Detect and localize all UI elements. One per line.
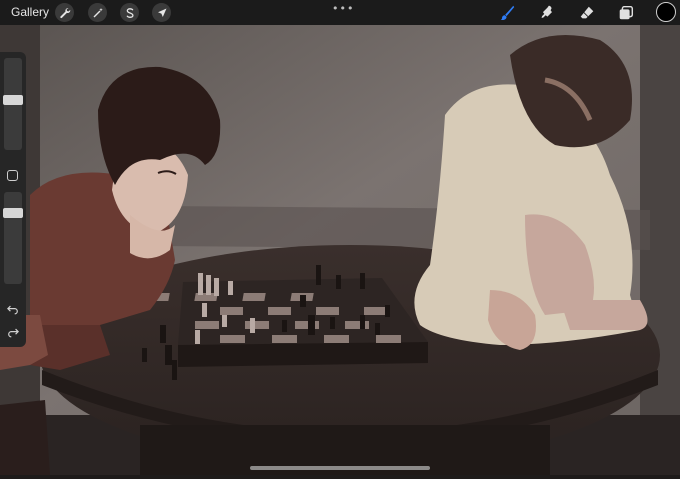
gallery-button[interactable]: Gallery xyxy=(11,5,49,19)
opacity-thumb[interactable] xyxy=(3,208,23,219)
selection-s-icon[interactable] xyxy=(120,3,139,22)
top-toolbar: Gallery ••• xyxy=(0,0,680,25)
adjustments-wand-icon[interactable] xyxy=(88,3,107,22)
eraser-icon[interactable] xyxy=(576,2,598,24)
modify-square-icon[interactable] xyxy=(7,170,18,181)
undo-icon[interactable] xyxy=(4,302,22,316)
more-menu-icon[interactable]: ••• xyxy=(332,2,354,15)
redo-icon[interactable] xyxy=(4,325,22,339)
drawing-canvas[interactable] xyxy=(0,25,680,475)
brush-sidebar xyxy=(0,52,26,347)
actions-wrench-icon[interactable] xyxy=(55,3,74,22)
transform-arrow-icon[interactable] xyxy=(152,3,171,22)
brush-size-thumb[interactable] xyxy=(3,94,23,105)
smudge-icon[interactable] xyxy=(536,2,558,24)
artwork xyxy=(0,25,680,475)
home-indicator[interactable] xyxy=(250,466,430,470)
brush-icon[interactable] xyxy=(496,2,518,24)
opacity-slider[interactable] xyxy=(4,192,22,284)
color-picker-swatch[interactable] xyxy=(656,2,676,22)
layers-icon[interactable] xyxy=(615,2,637,24)
